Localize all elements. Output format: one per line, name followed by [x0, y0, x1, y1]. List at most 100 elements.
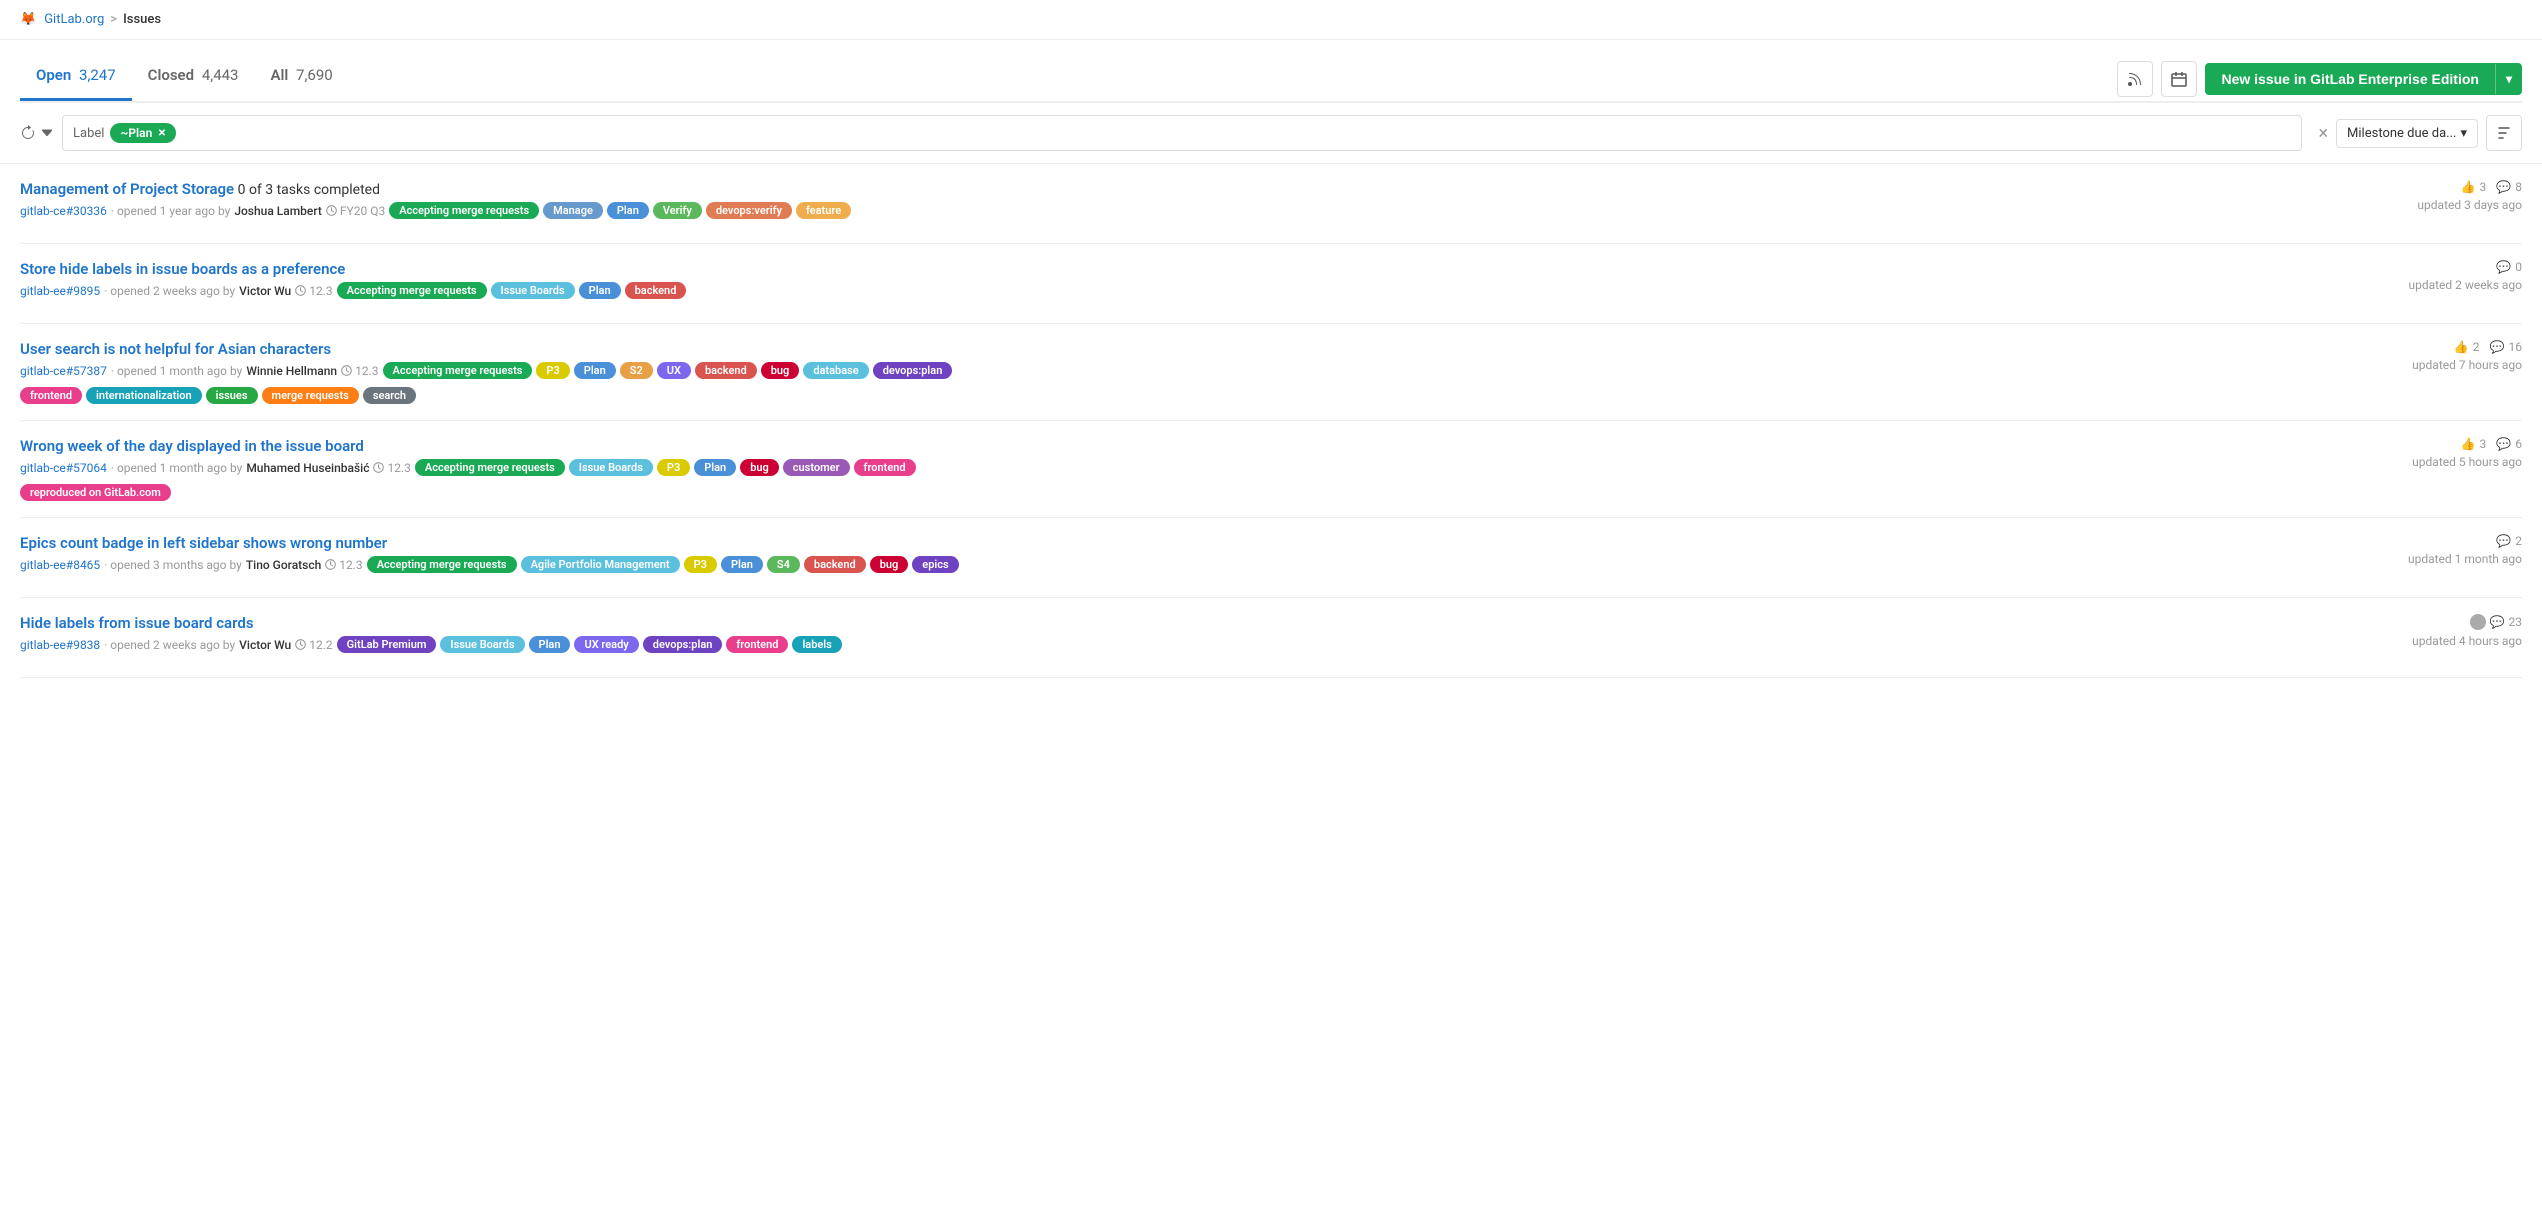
label-tag[interactable]: internationalization [86, 387, 202, 404]
label-tag[interactable]: backend [695, 362, 757, 379]
label-tag[interactable]: Issue Boards [491, 282, 575, 299]
label-tag[interactable]: Issue Boards [569, 459, 653, 476]
label-tag[interactable]: devops:plan [873, 362, 953, 379]
label-tag[interactable]: Accepting merge requests [383, 362, 533, 379]
label-tag[interactable]: P3 [684, 556, 717, 573]
label-tag[interactable]: Plan [607, 202, 649, 219]
label-tag[interactable]: search [363, 387, 416, 404]
label-tag[interactable]: S2 [620, 362, 653, 379]
issue-author[interactable]: Tino Goratsch [246, 558, 321, 572]
label-tag[interactable]: feature [796, 202, 851, 219]
label-tag[interactable]: issues [206, 387, 258, 404]
filter-chip-close[interactable]: × [158, 125, 165, 141]
label-tag[interactable]: UX [657, 362, 691, 379]
issue-id[interactable]: gitlab-ce#30336 [20, 204, 107, 218]
issue-tabs: Open 3,247Closed 4,443All 7,690 [20, 56, 349, 101]
sort-dropdown[interactable]: Milestone due da... ▾ [2336, 119, 2478, 148]
label-tag[interactable]: reproduced on GitLab.com [20, 484, 171, 501]
comments-action: 💬 2 [2496, 534, 2522, 548]
tab-label: All [271, 66, 289, 84]
label-tag[interactable]: backend [804, 556, 866, 573]
new-issue-button[interactable]: New issue in GitLab Enterprise Edition ▾ [2205, 63, 2522, 95]
label-tag[interactable]: devops:verify [706, 202, 792, 219]
label-tag[interactable]: Plan [694, 459, 736, 476]
comment-count: 2 [2515, 534, 2522, 548]
filter-input[interactable]: Label ~Plan × [62, 115, 2302, 151]
issue-id[interactable]: gitlab-ee#9838 [20, 638, 100, 652]
thumbs-action: 👍 3 [2461, 180, 2487, 194]
filter-left: Label ~Plan × × [20, 115, 2336, 151]
issue-title[interactable]: Wrong week of the day displayed in the i… [20, 437, 364, 455]
issue-title[interactable]: Store hide labels in issue boards as a p… [20, 260, 345, 278]
new-issue-dropdown-icon[interactable]: ▾ [2495, 64, 2522, 94]
label-tag[interactable]: Plan [721, 556, 763, 573]
reset-filters-button[interactable] [20, 125, 54, 141]
label-tag[interactable]: Agile Portfolio Management [521, 556, 680, 573]
issue-actions: 💬 2 updated 1 month ago [2388, 534, 2522, 566]
rss-button[interactable] [2117, 61, 2153, 97]
calendar-button[interactable] [2161, 61, 2197, 97]
issue-content: Hide labels from issue board cards gitla… [20, 614, 2392, 661]
tab-open[interactable]: Open 3,247 [20, 56, 132, 101]
milestone: 12.3 [325, 558, 362, 572]
updated-text: updated 2 weeks ago [2408, 278, 2522, 292]
tab-closed[interactable]: Closed 4,443 [132, 56, 255, 101]
tab-all[interactable]: All 7,690 [255, 56, 349, 101]
label-tag[interactable]: S4 [767, 556, 800, 573]
label-tag[interactable]: Issue Boards [440, 636, 524, 653]
label-tag[interactable]: P3 [657, 459, 690, 476]
label-tag[interactable]: frontend [854, 459, 916, 476]
sort-arrow-icon: ▾ [2460, 126, 2467, 141]
tab-label: Closed [148, 66, 194, 84]
label-tag[interactable]: Plan [574, 362, 616, 379]
filter-label-text: Label [73, 126, 104, 141]
sort-order-button[interactable] [2486, 115, 2522, 151]
label-tag[interactable]: Manage [543, 202, 603, 219]
filter-clear-button[interactable]: × [2310, 123, 2336, 144]
issue-title[interactable]: Hide labels from issue board cards [20, 614, 254, 632]
label-tag[interactable]: Accepting merge requests [367, 556, 517, 573]
label-tag[interactable]: UX ready [574, 636, 638, 653]
tasks-count: 0 of 3 tasks completed [234, 182, 380, 198]
sort-label: Milestone due da... [2347, 126, 2456, 141]
issue-id[interactable]: gitlab-ce#57064 [20, 461, 107, 475]
issue-author[interactable]: Victor Wu [239, 284, 291, 298]
label-tag[interactable]: database [803, 362, 868, 379]
label-tag[interactable]: Plan [579, 282, 621, 299]
issue-content: Epics count badge in left sidebar shows … [20, 534, 2388, 581]
label-tag[interactable]: backend [625, 282, 687, 299]
label-tag[interactable]: bug [870, 556, 909, 573]
label-tag[interactable]: devops:plan [643, 636, 723, 653]
label-tag[interactable]: GitLab Premium [337, 636, 437, 653]
nav-org[interactable]: GitLab.org [44, 12, 104, 27]
issue-author[interactable]: Joshua Lambert [234, 204, 322, 218]
comment-count: 8 [2515, 180, 2522, 194]
issue-author[interactable]: Victor Wu [239, 638, 291, 652]
label-tag[interactable]: Accepting merge requests [337, 282, 487, 299]
issue-id[interactable]: gitlab-ce#57387 [20, 364, 107, 378]
label-tag[interactable]: P3 [536, 362, 569, 379]
issue-id[interactable]: gitlab-ee#9895 [20, 284, 100, 298]
label-tag[interactable]: merge requests [262, 387, 359, 404]
label-tag[interactable]: frontend [726, 636, 788, 653]
label-tag[interactable]: frontend [20, 387, 82, 404]
label-tag[interactable]: epics [912, 556, 958, 573]
issue-id[interactable]: gitlab-ee#8465 [20, 558, 100, 572]
issue-actions: 💬 23 updated 4 hours ago [2392, 614, 2522, 648]
label-tag[interactable]: Accepting merge requests [389, 202, 539, 219]
issue-title[interactable]: Management of Project Storage [20, 180, 234, 198]
issue-title[interactable]: Epics count badge in left sidebar shows … [20, 534, 387, 552]
label-tag[interactable]: Verify [653, 202, 702, 219]
label-tag[interactable]: Plan [529, 636, 571, 653]
label-tag[interactable]: customer [783, 459, 850, 476]
filter-chip-label: ~Plan [120, 126, 152, 140]
label-tag[interactable]: bug [740, 459, 779, 476]
issue-author[interactable]: Muhamed Huseinbašić [246, 461, 369, 475]
comment-icon: 💬 [2496, 180, 2511, 194]
issue-title[interactable]: User search is not helpful for Asian cha… [20, 340, 331, 358]
label-tag[interactable]: Accepting merge requests [415, 459, 565, 476]
comment-icon: 💬 [2490, 615, 2505, 629]
label-tag[interactable]: labels [792, 636, 841, 653]
issue-author[interactable]: Winnie Hellmann [246, 364, 337, 378]
label-tag[interactable]: bug [761, 362, 800, 379]
